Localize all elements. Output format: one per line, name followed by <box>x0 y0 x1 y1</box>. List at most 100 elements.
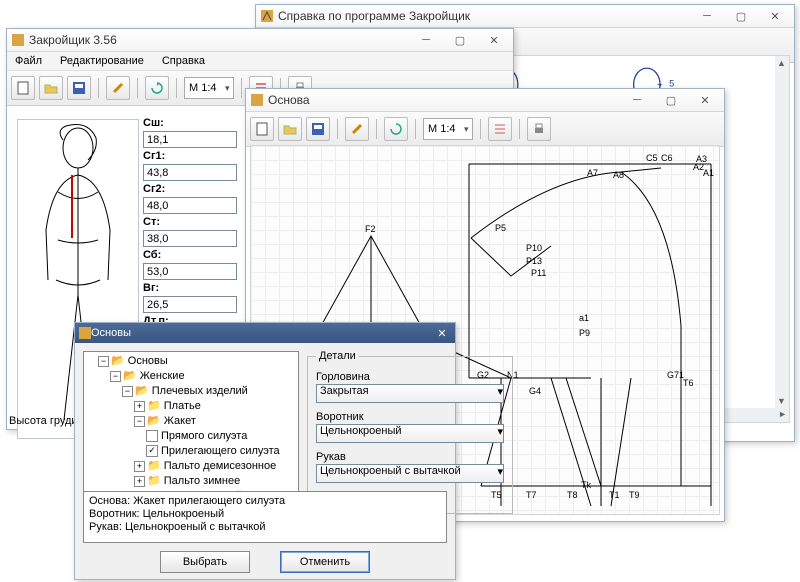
svg-text:5: 5 <box>669 78 674 88</box>
meas-label-5: Вг: <box>143 282 237 294</box>
status-text: Высота груди <box>9 415 78 427</box>
help-max-button[interactable]: ▢ <box>724 6 758 26</box>
menu-file[interactable]: Файл <box>11 54 46 68</box>
help-min-button[interactable]: ─ <box>690 6 724 26</box>
app-icon <box>260 9 274 23</box>
meas-input-1[interactable] <box>143 164 237 181</box>
pattern-new-button[interactable] <box>250 117 274 141</box>
summary-line1: Основа: Жакет прилегающего силуэта <box>89 495 441 508</box>
pattern-title: Основа <box>268 93 620 107</box>
pattern-brush-button[interactable] <box>345 117 369 141</box>
sleeve-label: Рукав <box>316 451 504 463</box>
bases-close-button[interactable]: ✕ <box>433 327 451 340</box>
menu-help[interactable]: Справка <box>158 54 209 68</box>
help-close-button[interactable]: ✕ <box>758 6 792 26</box>
main-menubar: Файл Редактирование Справка <box>7 52 513 71</box>
pattern-save-button[interactable] <box>306 117 330 141</box>
menu-edit[interactable]: Редактирование <box>56 54 148 68</box>
meas-input-3[interactable] <box>143 230 237 247</box>
bases-title: Основы <box>91 327 433 339</box>
refresh-button[interactable] <box>145 76 169 100</box>
summary-line3: Рукав: Цельнокроеный с вытачкой <box>89 521 441 534</box>
app-icon <box>250 93 264 107</box>
help-title: Справка по программе Закройщик <box>278 9 690 23</box>
sleeve-select[interactable]: Цельнокроеный с вытачкой▾ <box>316 464 504 483</box>
meas-label-4: Сб: <box>143 249 237 261</box>
pattern-max-button[interactable]: ▢ <box>654 90 688 110</box>
meas-label-1: Сг1: <box>143 150 237 162</box>
bases-titlebar[interactable]: Основы ✕ <box>75 323 455 343</box>
meas-label-3: Ст: <box>143 216 237 228</box>
tree-shoulder: −📂 Плечевых изделий +📁 Платье −📂 Жакет П… <box>122 384 296 489</box>
meas-input-0[interactable] <box>143 131 237 148</box>
scale-select[interactable]: M 1:4 <box>184 77 234 99</box>
svg-text:P13: P13 <box>526 256 542 266</box>
help-vscrollbar[interactable]: ▲▼ <box>775 56 789 408</box>
pattern-scale-select[interactable]: M 1:4 <box>423 118 473 140</box>
tree-jacket: −📂 Жакет Прямого силуэта ✓Прилегающего с… <box>134 414 296 459</box>
app-icon <box>11 33 25 47</box>
tree-fitted: ✓Прилегающего силуэта <box>146 444 296 459</box>
open-button[interactable] <box>39 76 63 100</box>
help-titlebar[interactable]: Справка по программе Закройщик ─ ▢ ✕ <box>256 5 794 28</box>
tree-women: −📂 Женские −📂 Плечевых изделий +📁 Платье… <box>110 369 296 504</box>
main-close-button[interactable]: ✕ <box>477 30 511 50</box>
cancel-button[interactable]: Отменить <box>280 551 370 573</box>
meas-input-5[interactable] <box>143 296 237 313</box>
neck-select[interactable]: Закрытая▾ <box>316 384 504 403</box>
select-button[interactable]: Выбрать <box>160 551 250 573</box>
bases-dialog: Основы ✕ −📂 Основы −📂 Женские −📂 Плечевы… <box>74 322 456 580</box>
svg-text:P11: P11 <box>531 268 546 278</box>
neck-label: Горловина <box>316 371 504 383</box>
bases-summary: Основа: Жакет прилегающего силуэта Ворот… <box>83 491 447 543</box>
main-max-button[interactable]: ▢ <box>443 30 477 50</box>
svg-text:P9: P9 <box>579 328 590 338</box>
pattern-align-button[interactable] <box>488 117 512 141</box>
new-button[interactable] <box>11 76 35 100</box>
svg-text:C6: C6 <box>661 153 673 163</box>
pattern-open-button[interactable] <box>278 117 302 141</box>
bases-details: Детали Горловина Закрытая▾ Воротник Цель… <box>305 351 515 514</box>
svg-text:P10: P10 <box>526 243 542 253</box>
svg-text:A2: A2 <box>693 162 704 172</box>
svg-text:T1: T1 <box>609 490 620 500</box>
brush-button[interactable] <box>106 76 130 100</box>
svg-text:C5: C5 <box>646 153 658 163</box>
app-icon <box>79 327 91 339</box>
main-titlebar[interactable]: Закройщик 3.56 ─ ▢ ✕ <box>7 29 513 52</box>
collar-select[interactable]: Цельнокроеный▾ <box>316 424 504 443</box>
svg-text:G4: G4 <box>529 386 541 396</box>
svg-text:A1: A1 <box>703 168 714 178</box>
meas-label-0: Сш: <box>143 117 237 129</box>
measurement-panel: Сш: Сг1: Сг2: Ст: Сб: Вг: Дт.п: <box>143 117 237 327</box>
svg-text:T7: T7 <box>526 490 537 500</box>
svg-text:P5: P5 <box>495 223 506 233</box>
tree-straight: Прямого силуэта <box>146 429 296 444</box>
svg-text:Tk: Tk <box>581 480 591 490</box>
pattern-toolbar: M 1:4 <box>246 112 724 147</box>
svg-text:a1: a1 <box>579 313 589 323</box>
pattern-min-button[interactable]: ─ <box>620 90 654 110</box>
svg-text:T6: T6 <box>683 378 694 388</box>
main-min-button[interactable]: ─ <box>409 30 443 50</box>
meas-input-2[interactable] <box>143 197 237 214</box>
tree-dress: +📁 Платье <box>134 399 296 414</box>
pattern-refresh-button[interactable] <box>384 117 408 141</box>
pattern-titlebar[interactable]: Основа ─ ▢ ✕ <box>246 89 724 112</box>
summary-line2: Воротник: Цельнокроеный <box>89 508 441 521</box>
svg-text:G71: G71 <box>667 370 684 380</box>
tree-coat-winter: +📁 Пальто зимнее <box>134 474 296 489</box>
tree-coat-demi: +📁 Пальто демисезонное <box>134 459 296 474</box>
svg-text:T8: T8 <box>567 490 578 500</box>
pattern-print-button[interactable] <box>527 117 551 141</box>
meas-label-2: Сг2: <box>143 183 237 195</box>
pattern-close-button[interactable]: ✕ <box>688 90 722 110</box>
meas-input-4[interactable] <box>143 263 237 280</box>
details-group-label: Детали <box>316 350 359 362</box>
svg-text:A8: A8 <box>613 170 624 180</box>
main-title: Закройщик 3.56 <box>29 33 409 47</box>
collar-label: Воротник <box>316 411 504 423</box>
svg-text:A7: A7 <box>587 168 598 178</box>
svg-text:T9: T9 <box>629 490 640 500</box>
save-button[interactable] <box>67 76 91 100</box>
